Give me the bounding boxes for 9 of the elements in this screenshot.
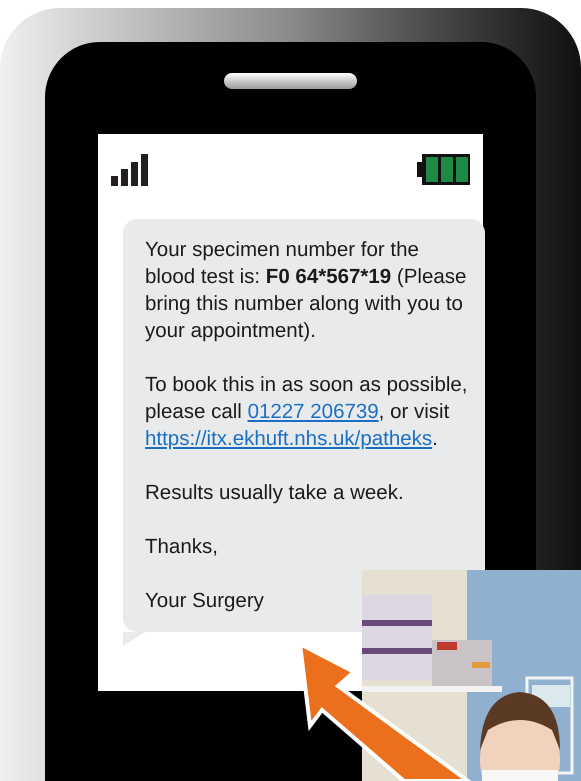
message-link[interactable]: 01227 206739 <box>248 400 379 423</box>
signal-icon <box>110 154 150 186</box>
message-text: Thanks, <box>145 534 219 560</box>
message-text: Your Surgery <box>145 588 265 614</box>
message-text: Results usually take a week. <box>145 480 405 506</box>
message-text: Your specimen number for the blood test is: F0 64*567*19 (Please bring this number along with you to your appointment). <box>145 237 468 344</box>
message-text: To book this in as soon as possible, please call 01227 206739, or visit https://itx.ekhuft.nhs.uk/patheks. <box>145 372 468 452</box>
battery-icon <box>417 153 471 186</box>
message-link[interactable]: https://itx.ekhuft.nhs.uk/patheks <box>145 427 432 450</box>
